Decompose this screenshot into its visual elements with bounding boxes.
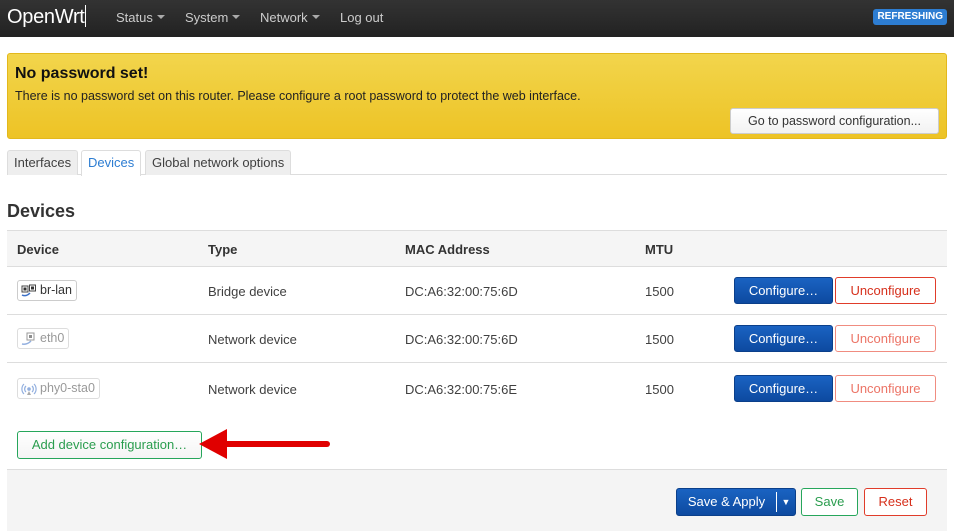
alert-message: There is no password set on this router.… bbox=[15, 89, 581, 103]
configure-button[interactable]: Configure… bbox=[734, 325, 833, 352]
add-device-configuration-button[interactable]: Add device configuration… bbox=[17, 431, 202, 459]
alert-title: No password set! bbox=[15, 65, 149, 82]
unconfigure-button[interactable]: Unconfigure bbox=[835, 277, 936, 304]
nav-label: Log out bbox=[340, 10, 384, 25]
column-header-mtu: MTU bbox=[645, 242, 674, 257]
tab-interfaces[interactable]: Interfaces bbox=[7, 150, 79, 175]
device-badge[interactable]: eth0 bbox=[17, 328, 70, 349]
bridge-icon bbox=[21, 284, 37, 298]
device-badge[interactable]: phy0-sta0 bbox=[17, 378, 100, 399]
nav-label: System bbox=[185, 10, 229, 25]
devices-table: Device Type MAC Address MTU br-lan Bridg… bbox=[7, 230, 947, 415]
password-config-button[interactable]: Go to password configuration... bbox=[730, 108, 939, 134]
table-row: eth0 Network device DC:A6:32:00:75:6D 15… bbox=[7, 315, 947, 363]
column-header-device: Device bbox=[17, 242, 59, 257]
caret-down-icon bbox=[156, 15, 165, 19]
annotation-arrow-icon bbox=[199, 429, 330, 459]
device-type: Network device bbox=[208, 382, 297, 397]
device-type: Bridge device bbox=[208, 284, 287, 299]
nav-label: Network bbox=[260, 10, 308, 25]
configure-button[interactable]: Configure… bbox=[734, 277, 833, 304]
mtu-value: 1500 bbox=[645, 284, 674, 299]
save-apply-label[interactable]: Save & Apply bbox=[677, 492, 777, 512]
device-badge[interactable]: br-lan bbox=[17, 280, 77, 301]
nav-menu-status[interactable]: Status bbox=[116, 10, 165, 25]
caret-down-icon bbox=[232, 15, 241, 19]
wireless-icon bbox=[21, 382, 37, 396]
column-header-mac: MAC Address bbox=[405, 242, 490, 257]
unconfigure-button[interactable]: Unconfigure bbox=[835, 325, 936, 352]
mac-address: DC:A6:32:00:75:6D bbox=[405, 284, 518, 299]
page-actions-footer: Save & Apply ▼ Save Reset bbox=[7, 469, 947, 531]
tab-devices[interactable]: Devices bbox=[81, 150, 142, 176]
device-name: phy0-sta0 bbox=[40, 381, 95, 395]
dropdown-arrow-icon[interactable]: ▼ bbox=[777, 489, 795, 515]
tab-global-network-options[interactable]: Global network options bbox=[145, 150, 292, 175]
mtu-value: 1500 bbox=[645, 332, 674, 347]
nav-label: Status bbox=[116, 10, 153, 25]
mac-address: DC:A6:32:00:75:6E bbox=[405, 382, 518, 397]
nav-menu-network[interactable]: Network bbox=[260, 10, 320, 25]
tab-bar: Interfaces Devices Global network option… bbox=[7, 150, 947, 176]
mtu-value: 1500 bbox=[645, 382, 674, 397]
save-apply-button[interactable]: Save & Apply ▼ bbox=[676, 488, 796, 516]
caret-down-icon bbox=[311, 15, 320, 19]
brand-logo[interactable]: OpenWrt bbox=[7, 5, 86, 29]
save-button[interactable]: Save bbox=[801, 488, 858, 516]
no-password-alert: No password set! There is no password se… bbox=[7, 53, 947, 139]
reset-button[interactable]: Reset bbox=[864, 488, 927, 516]
device-type: Network device bbox=[208, 332, 297, 347]
device-name: eth0 bbox=[40, 331, 65, 345]
configure-button[interactable]: Configure… bbox=[734, 375, 833, 402]
section-title: Devices bbox=[7, 201, 76, 221]
nav-menu-system[interactable]: System bbox=[185, 10, 241, 25]
mac-address: DC:A6:32:00:75:6D bbox=[405, 332, 518, 347]
device-name: br-lan bbox=[40, 283, 72, 297]
ethernet-icon bbox=[21, 332, 37, 346]
table-row: br-lan Bridge device DC:A6:32:00:75:6D 1… bbox=[7, 267, 947, 315]
table-header: Device Type MAC Address MTU bbox=[7, 230, 947, 267]
brand-text: OpenWrt bbox=[7, 6, 85, 28]
refreshing-badge[interactable]: REFRESHING bbox=[873, 9, 947, 25]
nav-logout[interactable]: Log out bbox=[340, 10, 383, 25]
column-header-type: Type bbox=[208, 242, 238, 257]
top-navbar: OpenWrt Status System Network Log out RE… bbox=[0, 0, 954, 37]
unconfigure-button[interactable]: Unconfigure bbox=[835, 375, 936, 402]
text-cursor bbox=[84, 5, 86, 27]
table-row: phy0-sta0 Network device DC:A6:32:00:75:… bbox=[7, 363, 947, 415]
